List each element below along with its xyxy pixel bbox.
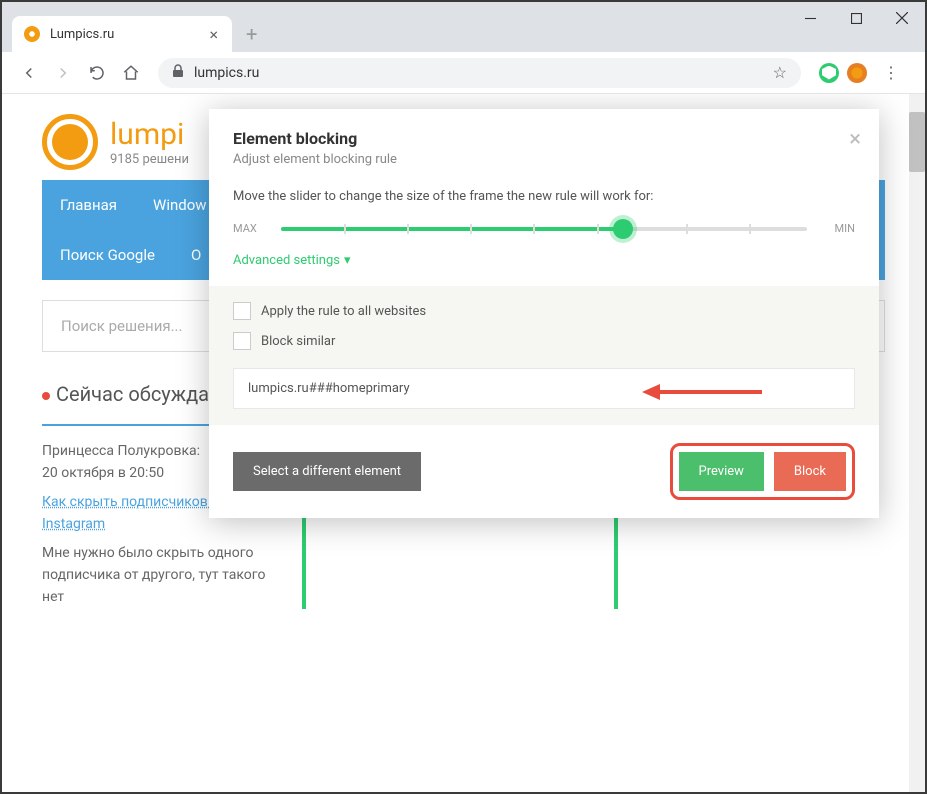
- slider-instruction: Move the slider to change the size of th…: [233, 189, 855, 204]
- reload-button[interactable]: [80, 58, 114, 88]
- scroll-thumb[interactable]: [909, 112, 925, 172]
- home-button[interactable]: [114, 58, 148, 88]
- modal-footer: Select a different element Preview Block: [209, 425, 879, 518]
- lock-icon: [172, 63, 184, 82]
- slider-track[interactable]: [281, 227, 807, 231]
- highlighted-actions: Preview Block: [670, 443, 856, 500]
- browser-toolbar: lumpics.ru ☆ ⋮: [2, 52, 925, 94]
- minimize-button[interactable]: [787, 2, 833, 34]
- checkbox[interactable]: [233, 302, 251, 320]
- apply-all-label: Apply the rule to all websites: [261, 304, 426, 319]
- new-tab-button[interactable]: +: [232, 22, 271, 52]
- slider-max-label: MAX: [233, 222, 267, 235]
- forward-button[interactable]: [46, 58, 80, 88]
- maximize-button[interactable]: [833, 2, 879, 34]
- site-logo-icon: [42, 114, 98, 170]
- advanced-panel: Apply the rule to all websites Block sim…: [209, 286, 879, 425]
- select-different-button[interactable]: Select a different element: [233, 452, 421, 491]
- block-similar-label: Block similar: [261, 334, 335, 349]
- apply-all-checkbox-row[interactable]: Apply the rule to all websites: [233, 302, 855, 320]
- window-controls: [787, 2, 925, 52]
- advanced-label: Advanced settings: [233, 253, 340, 268]
- extension-icon[interactable]: [847, 63, 867, 83]
- modal-subtitle: Adjust element blocking rule: [233, 152, 855, 167]
- comment-body: Мне нужно было скрыть одного подписчика …: [42, 542, 272, 609]
- scrollbar[interactable]: [909, 94, 925, 792]
- annotation-arrow-icon: [642, 380, 762, 408]
- close-icon[interactable]: ×: [849, 127, 861, 152]
- url-text: lumpics.ru: [194, 65, 773, 81]
- element-blocking-modal: Element blocking Adjust element blocking…: [209, 109, 879, 518]
- chevron-down-icon: ▾: [344, 253, 351, 268]
- site-tagline: 9185 решени: [110, 152, 189, 167]
- page-viewport: lumpi 9185 решени Главная Window Поиск G…: [2, 94, 925, 792]
- slider-min-label: MIN: [821, 222, 855, 235]
- close-button[interactable]: [879, 2, 925, 34]
- bookmark-star-icon[interactable]: ☆: [773, 63, 787, 82]
- menu-button[interactable]: ⋮: [875, 57, 907, 88]
- favicon-icon: [24, 26, 40, 42]
- nav-item-google[interactable]: Поиск Google: [42, 230, 173, 280]
- preview-button[interactable]: Preview: [679, 452, 764, 491]
- browser-tab[interactable]: Lumpics.ru ×: [12, 16, 232, 52]
- address-bar[interactable]: lumpics.ru ☆: [158, 58, 801, 88]
- red-dot-icon: [42, 392, 50, 400]
- size-slider[interactable]: MAX MIN: [233, 222, 855, 235]
- extensions: ⋮: [811, 57, 915, 88]
- sidebar-title-text: Сейчас обсуждаем: [56, 382, 234, 406]
- nav-item-main[interactable]: Главная: [42, 180, 135, 230]
- adguard-extension-icon[interactable]: [819, 63, 839, 83]
- back-button[interactable]: [12, 58, 46, 88]
- site-name: lumpi: [110, 117, 189, 152]
- block-button[interactable]: Block: [774, 452, 846, 491]
- advanced-settings-toggle[interactable]: Advanced settings ▾: [233, 253, 855, 268]
- block-similar-checkbox-row[interactable]: Block similar: [233, 332, 855, 350]
- checkbox[interactable]: [233, 332, 251, 350]
- tab-close-icon[interactable]: ×: [205, 23, 222, 46]
- tab-title: Lumpics.ru: [50, 27, 205, 42]
- slider-thumb[interactable]: [613, 219, 633, 239]
- modal-title: Element blocking: [233, 129, 855, 148]
- window-titlebar: Lumpics.ru × +: [2, 2, 925, 52]
